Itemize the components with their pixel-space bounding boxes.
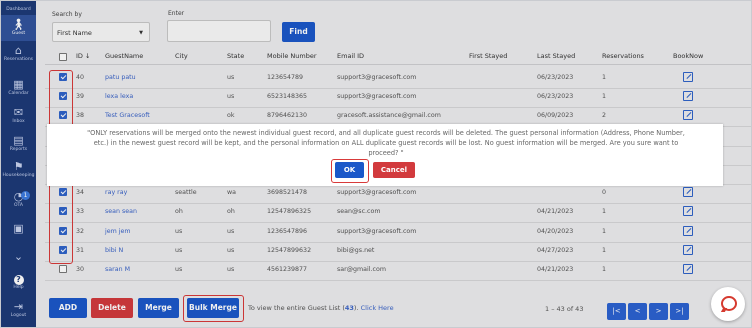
app-window: Dashboard 🚶︎ Guest ⌂ Reservations ▦ Cale…: [0, 0, 752, 328]
merge-confirm-dialog: "ONLY reservations will be merged onto t…: [47, 124, 723, 186]
cancel-button[interactable]: Cancel: [373, 162, 415, 178]
chat-widget-button[interactable]: [711, 287, 745, 321]
ok-button[interactable]: OK: [335, 162, 364, 178]
dialog-message: "ONLY reservations will be merged onto t…: [87, 129, 685, 157]
